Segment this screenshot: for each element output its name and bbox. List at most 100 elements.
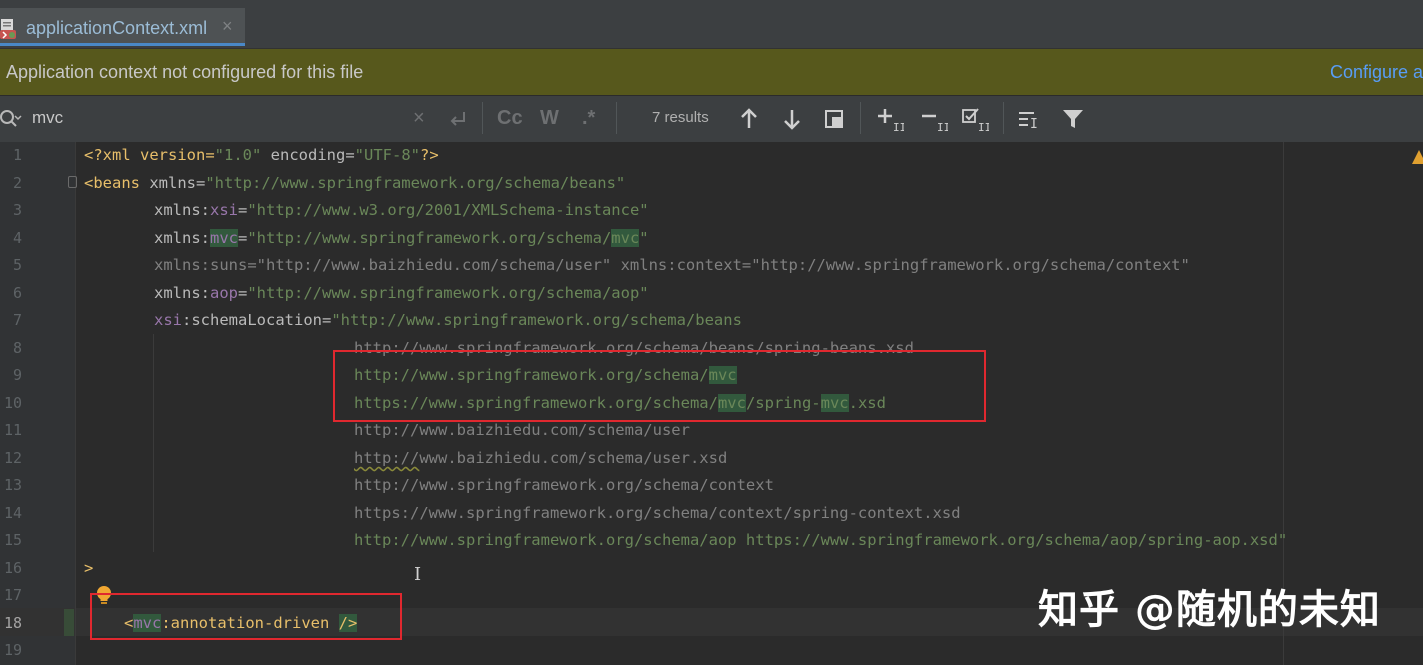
banner-message: Application context not configured for t…: [6, 62, 364, 82]
code-token: "http://www.springframework.org/schema/b…: [331, 311, 742, 329]
regex-toggle[interactable]: .*: [582, 105, 595, 131]
code-line: >: [84, 559, 93, 577]
results-count: 7 results: [652, 109, 709, 126]
code-token: http://www.springframework.org/schema/ao…: [354, 531, 1288, 549]
code-token: https://www.springframework.org/schema/c…: [354, 504, 961, 522]
configure-link[interactable]: Configure a: [1330, 62, 1423, 83]
code-token: xsi: [154, 311, 182, 329]
code-token: =: [238, 284, 248, 302]
line-number: 6: [12, 284, 22, 302]
line-number: 3: [12, 201, 22, 219]
select-all-occurrences-icon[interactable]: [819, 104, 849, 134]
code-line: xmlns:mvc="http://www.springframework.or…: [154, 229, 649, 247]
line-number: 2: [12, 174, 22, 192]
line-number: 10: [3, 394, 22, 412]
code-token: "http://www.springframework.org/schema/: [247, 229, 612, 247]
line-number: 14: [3, 504, 22, 522]
code-line: https://www.springframework.org/schema/c…: [354, 504, 961, 522]
code-token: aop: [210, 284, 238, 302]
line-number: 15: [3, 531, 22, 549]
vcs-change-marker: [64, 609, 74, 636]
code-token: =: [238, 229, 248, 247]
tab-label: applicationContext.xml: [26, 18, 208, 38]
remove-occurrence-icon[interactable]: II: [918, 104, 948, 134]
code-token: ": [639, 229, 649, 247]
separator: [482, 102, 483, 134]
line-number: 18: [3, 614, 22, 632]
line-number: 13: [3, 476, 22, 494]
code-token: encoding=: [261, 146, 355, 164]
code-token: xmlns:suns="http://www.baizhiedu.com/sch…: [154, 256, 1190, 274]
search-icon[interactable]: [0, 104, 24, 134]
match-case-toggle[interactable]: Cc: [497, 105, 523, 131]
code-line: http://www.springframework.org/schema/ao…: [354, 531, 1287, 549]
select-all-matches-icon[interactable]: II: [959, 104, 989, 134]
code-token: "http://www.springframework.org/schema/b…: [205, 174, 626, 192]
warning-icon[interactable]: [1412, 150, 1423, 164]
separator: [1003, 102, 1004, 134]
code-line: xmlns:xsi="http://www.w3.org/2001/XMLSch…: [154, 201, 649, 219]
editor-tab-bar: applicationContext.xml ×: [0, 0, 1423, 49]
line-number: 8: [12, 339, 22, 357]
separator: [860, 102, 861, 134]
code-line: <beans xmlns="http://www.springframework…: [84, 174, 625, 192]
code-token: <?xml version=: [84, 146, 215, 164]
code-token: ?>: [419, 146, 439, 164]
line-number: 9: [12, 366, 22, 384]
code-token: "UTF-8": [354, 146, 420, 164]
annotation-box-annotation-driven: [90, 593, 402, 640]
add-occurrence-icon[interactable]: II: [874, 104, 904, 134]
find-bar: × Cc W .* 7 results II II II I: [0, 96, 1423, 143]
svg-text:I: I: [1030, 117, 1038, 132]
code-line: http://www.baizhiedu.com/schema/user.xsd: [354, 449, 727, 467]
code-token: =: [238, 201, 248, 219]
filter-search-results-icon[interactable]: I: [1014, 104, 1044, 134]
arrow-up-icon[interactable]: [734, 104, 764, 134]
code-token: "http://www.springframework.org/schema/a…: [247, 284, 649, 302]
new-line-icon[interactable]: [442, 104, 472, 134]
indent-guide: [153, 334, 154, 552]
search-input[interactable]: [32, 105, 392, 131]
code-line: xmlns:aop="http://www.springframework.or…: [154, 284, 649, 302]
svg-text:II: II: [937, 121, 948, 134]
filter-icon[interactable]: [1058, 104, 1088, 134]
search-match: mvc: [210, 229, 238, 247]
line-number: 16: [3, 559, 22, 577]
line-number: 7: [12, 311, 22, 329]
line-number: 12: [3, 449, 22, 467]
code-token: "1.0": [214, 146, 262, 164]
fold-marker-icon[interactable]: [68, 176, 77, 188]
search-match: mvc: [611, 229, 640, 247]
line-number: 4: [12, 229, 22, 247]
code-line: <?xml version="1.0" encoding="UTF-8"?>: [84, 146, 439, 164]
line-number: 5: [12, 256, 22, 274]
tab-application-context[interactable]: applicationContext.xml ×: [0, 8, 245, 46]
code-token: >: [84, 559, 94, 577]
code-token: "http://www.w3.org/2001/XMLSchema-instan…: [247, 201, 649, 219]
clear-search-icon[interactable]: ×: [413, 105, 425, 131]
close-tab-icon[interactable]: ×: [222, 16, 233, 37]
code-token: xmlns:: [154, 201, 210, 219]
code-token: xmlns=: [149, 174, 206, 192]
line-number: 1: [12, 146, 22, 164]
whole-words-toggle[interactable]: W: [540, 105, 559, 131]
code-line: xmlns:suns="http://www.baizhiedu.com/sch…: [154, 256, 1190, 274]
notification-banner: Application context not configured for t…: [0, 49, 1423, 95]
svg-text:II: II: [978, 121, 989, 134]
code-line: xsi:schemaLocation="http://www.springfra…: [154, 311, 742, 329]
xml-file-icon: [0, 19, 16, 39]
separator: [616, 102, 617, 134]
code-line: http://www.springframework.org/schema/co…: [354, 476, 774, 494]
line-number: 17: [3, 586, 22, 604]
code-token: http://www.springframework.org/schema/co…: [354, 476, 774, 494]
code-line: http://www.baizhiedu.com/schema/user: [354, 421, 690, 439]
watermark: 知乎 @随机的未知: [1038, 587, 1381, 633]
code-token: http://www.baizhiedu.com/schema/user: [354, 421, 690, 439]
arrow-down-icon[interactable]: [777, 104, 807, 134]
code-token: www.baizhiedu.com/schema/user.xsd: [419, 449, 728, 467]
svg-text:II: II: [893, 121, 904, 134]
code-token: :schemaLocation=: [182, 311, 332, 329]
code-token: <beans: [84, 174, 150, 192]
annotation-box-mvc-schema: [333, 350, 986, 422]
code-token: xsi: [210, 201, 238, 219]
